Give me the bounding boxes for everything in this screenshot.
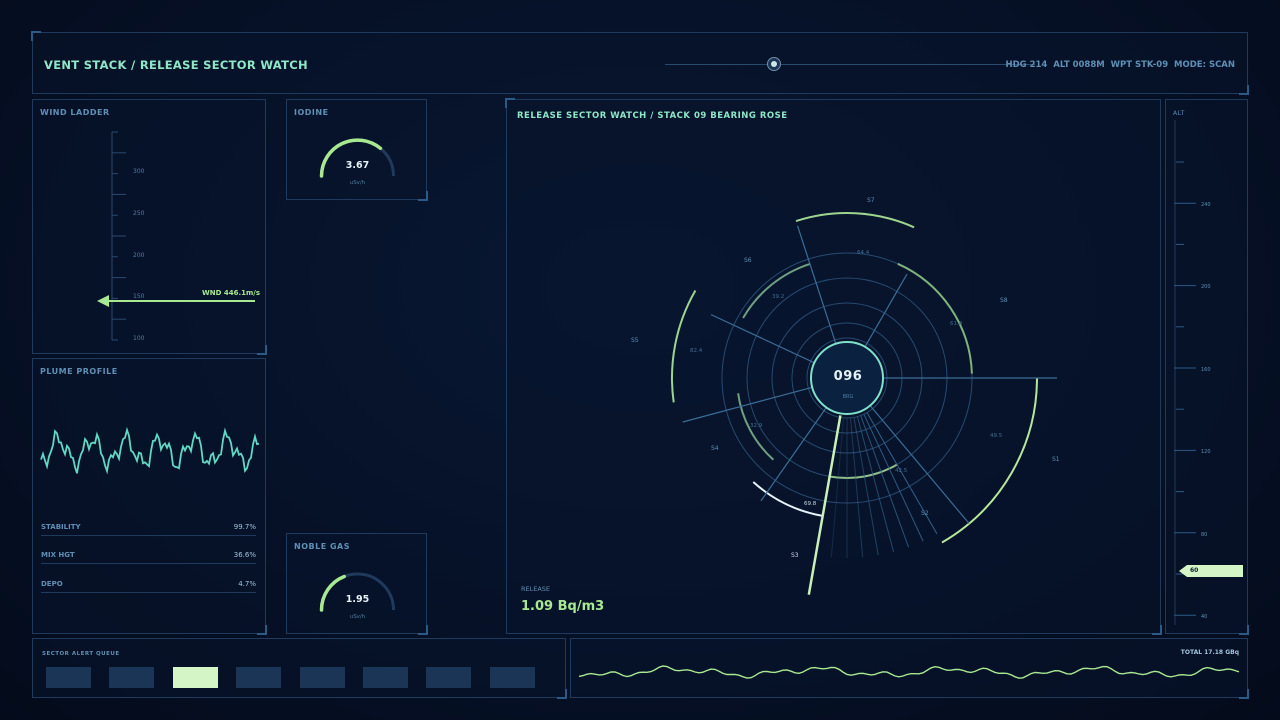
sector-label-s3: S3 — [791, 552, 799, 559]
sector-spoke — [760, 407, 827, 502]
total-trend-panel: TOTAL 17.18 GBq — [570, 638, 1249, 699]
sector-spoke — [796, 225, 837, 344]
stat-label-mix-hgt: MIX HGT — [41, 551, 75, 559]
alert-cell[interactable] — [46, 667, 91, 688]
sector-label-s1: S1 — [1052, 456, 1060, 463]
wind-pointer[interactable] — [33, 100, 267, 355]
sector-label-s5: S5 — [631, 337, 639, 344]
iodine-panel: IODINE 3.67 uSv/h — [286, 99, 428, 201]
plume-profile-panel: PLUME PROFILE STABILITY 99.7% MIX HGT 36… — [32, 358, 267, 635]
alert-cell[interactable] — [236, 667, 282, 688]
ring-value-s4: 32.9 — [750, 423, 763, 429]
alert-cell[interactable] — [172, 667, 218, 688]
stat-label-depo: DEPO — [41, 580, 63, 588]
bearing-center-unit: BRG — [842, 394, 854, 400]
sector-spoke — [710, 314, 815, 364]
ring-value-s6: 39.2 — [772, 294, 785, 300]
stat-value-stability: 99.7% — [233, 523, 256, 531]
stat-value-mix-hgt: 36.6% — [233, 551, 256, 559]
sector-arc-6 — [671, 290, 697, 403]
sector-spoke — [864, 273, 908, 348]
alt-tick-240: 240 — [1201, 202, 1211, 208]
sector-spoke — [869, 405, 970, 524]
sector-arc-1 — [897, 262, 973, 374]
stat-label-stability: STABILITY — [41, 523, 81, 531]
sector-spoke — [682, 386, 813, 423]
noble-gas-value: 1.95 — [345, 594, 370, 605]
ring-value-s5: 82.4 — [690, 348, 703, 354]
sector-label-s4: S4 — [711, 445, 719, 452]
sector-alert-queue-panel: SECTOR ALERT QUEUE — [32, 638, 567, 699]
sector-arc-7 — [742, 262, 811, 319]
sector-label-s7: S7 — [867, 197, 875, 204]
noble-gas-panel: NOBLE GAS 1.95 uSv/h — [286, 533, 428, 635]
stat-divider — [41, 535, 256, 536]
iodine-value: 3.67 — [345, 160, 370, 171]
ring-value-s8: 61.8 — [950, 321, 963, 327]
altitude-panel: ALT 240 200 160 120 80 40 60 — [1165, 99, 1249, 635]
wake-line — [856, 416, 895, 552]
stat-divider — [41, 592, 256, 593]
header-scrubber-track — [665, 64, 1035, 65]
alert-cell[interactable] — [109, 667, 155, 688]
sector-arc-0 — [795, 212, 915, 229]
sector-label-s8: S8 — [1000, 297, 1008, 304]
bearing-rose[interactable] — [507, 100, 1162, 635]
ring-value-s2: 42.5 — [895, 468, 908, 474]
release-label: RELEASE — [521, 585, 551, 593]
sector-arc-4 — [752, 481, 823, 517]
alt-tick-120: 120 — [1201, 449, 1211, 455]
plume-waveform — [40, 426, 260, 475]
alert-cell[interactable] — [363, 667, 408, 688]
iodine-unit: uSv/h — [349, 180, 366, 186]
altitude-pointer-value: 60 — [1190, 567, 1199, 574]
ring-value-s3: 69.8 — [804, 501, 817, 507]
wake-line — [849, 417, 864, 558]
stat-divider — [41, 563, 256, 564]
header-scrubber-knob[interactable] — [767, 57, 781, 71]
altitude-pointer[interactable]: 60 — [1179, 565, 1243, 577]
header-status: HDG 214 ALT 0088M WPT STK-09 MODE: SCAN — [1005, 60, 1235, 70]
alt-tick-80: 80 — [1201, 532, 1208, 538]
wake-line — [860, 415, 910, 548]
sector-alert-queue-title: SECTOR ALERT QUEUE — [42, 651, 120, 657]
bearing-rose-panel: RELEASE SECTOR WATCH / STACK 09 BEARING … — [505, 98, 1162, 635]
header-bar: VENT STACK / RELEASE SECTOR WATCH HDG 21… — [31, 31, 1249, 95]
alert-cell[interactable] — [426, 667, 472, 688]
alert-cell[interactable] — [299, 667, 345, 688]
page-title: VENT STACK / RELEASE SECTOR WATCH — [44, 58, 308, 72]
stat-value-depo: 4.7% — [238, 580, 256, 588]
alt-tick-40: 40 — [1201, 614, 1208, 620]
alt-tick-160: 160 — [1201, 367, 1211, 373]
noble-gas-unit: uSv/h — [349, 614, 366, 620]
sector-arc-2 — [941, 377, 1038, 544]
total-trend-line — [578, 665, 1240, 679]
wind-pointer-label: WND 446.1m/s — [202, 289, 260, 297]
ring-value-s1: 49.5 — [990, 433, 1003, 439]
ring-value-s7: 64.4 — [857, 250, 870, 256]
sector-label-s2: S2 — [921, 510, 929, 517]
alt-tick-200: 200 — [1201, 284, 1211, 290]
sector-label-s6: S6 — [744, 257, 752, 264]
alert-cell[interactable] — [489, 667, 535, 688]
release-value: 1.09 Bq/m3 — [521, 599, 605, 614]
wind-ladder-panel: WIND LADDER 300 250 200 150 100 WND 446.… — [32, 99, 267, 355]
bearing-center-value: 096 — [833, 369, 863, 384]
